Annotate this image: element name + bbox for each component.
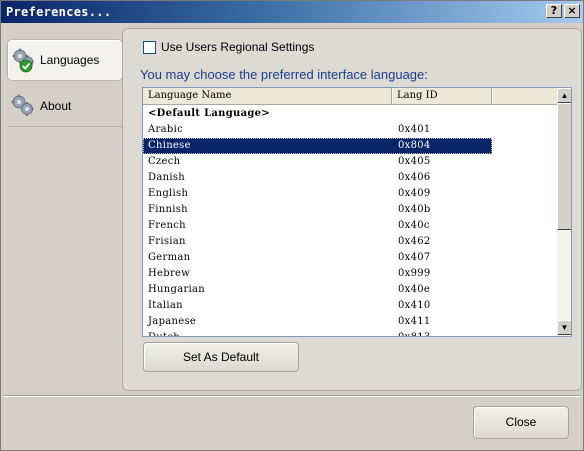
table-row[interactable]: Hebrew 0x999 [143, 266, 557, 282]
table-row[interactable]: German 0x407 [143, 250, 557, 266]
lang-id-cell: 0x804 [398, 140, 431, 151]
sidebar-item-languages[interactable]: Languages [7, 39, 123, 81]
table-row[interactable]: Japanese 0x411 [143, 314, 557, 330]
language-name-cell: French [148, 220, 186, 231]
language-name-cell: Japanese [148, 316, 197, 327]
language-name-cell: Arabic [148, 124, 183, 135]
table-row[interactable]: French 0x40c [143, 218, 557, 234]
language-name-cell: Chinese [148, 140, 191, 151]
table-row[interactable]: English 0x409 [143, 186, 557, 202]
lang-id-cell: 0x40c [398, 220, 430, 231]
table-row[interactable]: Hungarian 0x40e [143, 282, 557, 298]
table-row[interactable]: Finnish 0x40b [143, 202, 557, 218]
lang-id-cell: 0x409 [398, 188, 431, 199]
set-as-default-button[interactable]: Set As Default [143, 342, 299, 372]
list-header: Language Name Lang ID [143, 88, 557, 105]
table-row[interactable]: Danish 0x406 [143, 170, 557, 186]
title-bar[interactable]: Preferences... ? × [1, 1, 583, 23]
table-row[interactable]: Dutch 0x813 [143, 330, 557, 336]
sidebar-item-label: About [40, 98, 72, 113]
table-row[interactable]: Chinese 0x804 [143, 138, 492, 154]
lang-id-cell: 0x406 [398, 172, 431, 183]
preferences-window: Preferences... ? × Languages About Use U… [0, 0, 584, 451]
lang-id-cell: 0x405 [398, 156, 431, 167]
regional-settings-label[interactable]: Use Users Regional Settings [161, 40, 314, 54]
close-button[interactable]: Close [473, 406, 569, 439]
language-name-cell: Hungarian [148, 284, 206, 295]
lang-id-cell: 0x999 [398, 268, 431, 279]
scrollbar-thumb[interactable] [557, 103, 571, 230]
column-header-lang-id[interactable]: Lang ID [392, 88, 492, 104]
lang-id-cell: 0x407 [398, 252, 431, 263]
sidebar-item-about[interactable]: About [7, 85, 123, 127]
language-list[interactable]: Language Name Lang ID <Default Language>… [142, 87, 572, 337]
language-name-cell: <Default Language> [148, 108, 271, 119]
table-row[interactable]: Arabic 0x401 [143, 122, 557, 138]
scroll-down-icon[interactable]: ▼ [557, 320, 571, 335]
language-name-cell: Italian [148, 300, 183, 311]
vertical-scrollbar[interactable]: ▲ ▼ [557, 88, 571, 336]
language-name-cell: Dutch [148, 330, 180, 336]
list-rows: <Default Language> Arabic 0x401 Chinese 0x80… [143, 106, 557, 336]
language-name-cell: Czech [148, 156, 181, 167]
table-row[interactable]: Frisian 0x462 [143, 234, 557, 250]
lang-id-cell: 0x813 [398, 330, 431, 336]
scroll-up-icon[interactable]: ▲ [557, 88, 571, 103]
lang-id-cell: 0x401 [398, 124, 431, 135]
help-button[interactable]: ? [546, 4, 562, 18]
close-window-button[interactable]: × [564, 4, 580, 18]
lang-id-cell: 0x462 [398, 236, 431, 247]
language-prompt: You may choose the preferred interface l… [140, 67, 428, 82]
footer-divider [3, 395, 581, 397]
gears-check-icon [11, 47, 37, 73]
window-title: Preferences... [6, 5, 112, 19]
language-name-cell: German [148, 252, 191, 263]
lang-id-cell: 0x40e [398, 284, 431, 295]
language-name-cell: English [148, 188, 189, 199]
sidebar-item-label: Languages [40, 53, 100, 67]
regional-settings-checkbox[interactable] [143, 40, 156, 54]
regional-settings-option[interactable]: Use Users Regional Settings [143, 40, 314, 54]
table-row[interactable]: Italian 0x410 [143, 298, 557, 314]
language-name-cell: Finnish [148, 204, 188, 215]
language-name-cell: Frisian [148, 236, 186, 247]
gears-icon [10, 93, 36, 119]
language-name-cell: Danish [148, 172, 185, 183]
table-row[interactable]: Czech 0x405 [143, 154, 557, 170]
lang-id-cell: 0x40b [398, 204, 431, 215]
lang-id-cell: 0x411 [398, 316, 431, 327]
table-row[interactable]: <Default Language> [143, 106, 557, 122]
languages-panel: Use Users Regional Settings You may choo… [122, 28, 582, 391]
lang-id-cell: 0x410 [398, 300, 431, 311]
column-header-language-name[interactable]: Language Name [143, 88, 392, 104]
language-name-cell: Hebrew [148, 268, 191, 279]
